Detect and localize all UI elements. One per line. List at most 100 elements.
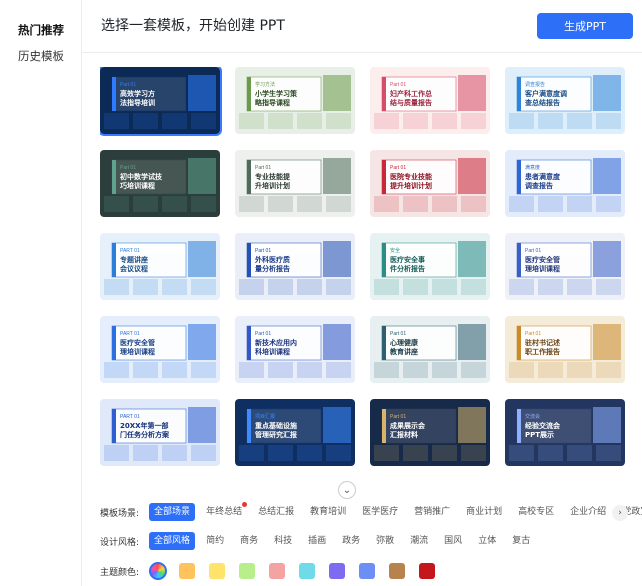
scene-chip[interactable]: 医学医疗 <box>357 503 403 521</box>
template-subtitle: Part 01 <box>390 165 406 171</box>
style-chip[interactable]: 政务 <box>337 532 365 550</box>
template-card[interactable]: 交流会 经验交流会 PPT展示 <box>505 399 625 466</box>
template-title: 客户满意度调 <box>524 89 567 98</box>
color-swatch[interactable] <box>239 563 256 579</box>
template-subtitle: Part 01 <box>255 331 271 337</box>
scene-chip[interactable]: 商业计划 <box>461 503 507 521</box>
color-swatch[interactable] <box>179 563 196 579</box>
template-card[interactable]: 调查报告 客户满意度调 查总结报告 <box>505 67 625 134</box>
template-subtitle: 满意度 <box>525 164 540 171</box>
color-swatch[interactable] <box>359 563 376 579</box>
template-card[interactable]: Part 01 新技术应用内 科培训课程 <box>235 316 355 383</box>
style-chip[interactable]: 科技 <box>269 532 297 550</box>
style-chip[interactable]: 插画 <box>303 532 331 550</box>
style-chip[interactable]: 弥散 <box>371 532 399 550</box>
sidebar-item-hot[interactable]: 热门推荐 <box>18 22 64 38</box>
color-swatch[interactable] <box>209 563 226 579</box>
template-subtitle: Part 01 <box>255 248 271 254</box>
template-thumbnail: 调查报告客户满意度调查总结报告 <box>505 67 625 134</box>
template-thumbnail: Part 01医院专业技能提升培训计划 <box>370 150 490 217</box>
rainbow-wheel-icon[interactable] <box>149 562 168 580</box>
template-title: 专题讲座 <box>120 255 148 264</box>
template-card[interactable]: 满意度 患者满意度 调查报告 <box>505 150 625 217</box>
template-subtitle: PART 01 <box>120 331 140 337</box>
template-card[interactable]: Part 01 心理健康 教育讲座 <box>370 316 490 383</box>
scene-chip[interactable]: 总结汇报 <box>253 503 299 521</box>
generate-ppt-button[interactable]: 生成PPT <box>537 13 633 39</box>
style-chip[interactable]: 简约 <box>201 532 229 550</box>
template-card[interactable]: Part 01 专业技能提 升培训计划 <box>235 150 355 217</box>
template-thumbnail: PART 01专题讲座会议议程 <box>100 233 220 300</box>
template-title: 会议议程 <box>120 264 148 273</box>
scene-chip[interactable]: 营销推广 <box>409 503 455 521</box>
scene-chip[interactable]: 高校专区 <box>513 503 559 521</box>
style-chip[interactable]: 立体 <box>473 532 501 550</box>
template-thumbnail: Part 01新技术应用内科培训课程 <box>235 316 355 383</box>
template-thumbnail: 交流会经验交流会PPT展示 <box>505 399 625 466</box>
template-title: 巧培训课程 <box>120 181 155 190</box>
color-swatch[interactable] <box>299 563 316 579</box>
template-subtitle: PART 01 <box>120 414 140 420</box>
template-subtitle: 学习方法 <box>255 81 275 88</box>
template-card[interactable]: Part 01 外科医疗质 量分析报告 <box>235 233 355 300</box>
template-title: 高效学习方 <box>120 89 155 98</box>
template-title: 成果展示会 <box>390 421 426 430</box>
template-card[interactable]: Part 01 妇产科工作总 结与质量报告 <box>370 67 490 134</box>
template-card[interactable]: 项目汇报 重点基础设施 管理研究汇报 <box>235 399 355 466</box>
template-title: 结与质量报告 <box>389 98 432 107</box>
template-title: 医疗安全事 <box>390 255 425 264</box>
template-card[interactable]: Part 01 医疗安全管 理培训课程 <box>505 233 625 300</box>
template-title: 理培训课程 <box>120 347 155 356</box>
template-card[interactable]: Part 01 成果展示会 汇报材料 <box>370 399 490 466</box>
chevron-right-icon[interactable]: › <box>612 505 628 521</box>
template-title: 理培训课程 <box>525 264 560 273</box>
scene-chip[interactable]: 企业介绍 <box>565 503 611 521</box>
new-badge-dot <box>242 502 248 507</box>
chevron-down-icon[interactable]: ⌄ <box>338 481 356 499</box>
scene-chip[interactable]: 全部场景 <box>149 503 196 521</box>
template-card[interactable]: Part 01 初中数学试技 巧培训课程 <box>100 150 220 217</box>
color-swatch[interactable] <box>419 563 436 579</box>
template-title: 重点基础设施 <box>255 421 297 430</box>
template-subtitle: 项目汇报 <box>255 413 275 420</box>
scene-filter-label: 模板场景: <box>100 508 140 519</box>
template-card[interactable]: Part 01 医院专业技能 提升培训计划 <box>370 150 490 217</box>
sidebar-item-history[interactable]: 历史模板 <box>18 48 64 64</box>
style-chip[interactable]: 复古 <box>507 532 535 550</box>
color-swatch[interactable] <box>389 563 406 579</box>
scene-chip[interactable]: 教育培训 <box>305 503 351 521</box>
template-card[interactable]: 学习方法 小学生学习策 略指导课程 <box>235 67 355 134</box>
template-title: 法指导培训 <box>120 98 155 107</box>
template-subtitle: Part 01 <box>390 331 406 337</box>
template-card[interactable]: PART 01 20XX年第一部 门任务分析方案 <box>100 399 220 466</box>
template-thumbnail: Part 01外科医疗质量分析报告 <box>235 233 355 300</box>
style-chip[interactable]: 全部风格 <box>149 532 196 550</box>
template-card[interactable]: PART 01 专题讲座 会议议程 <box>100 233 220 300</box>
template-title: 医院专业技能 <box>390 172 432 181</box>
template-title: 件分析报告 <box>390 264 425 273</box>
template-subtitle: 调查报告 <box>525 81 545 88</box>
template-thumbnail: Part 01成果展示会汇报材料 <box>370 399 490 466</box>
color-filter-row: 主题颜色: <box>100 561 449 581</box>
template-card[interactable]: Part 01 驻村书记述 职工作报告 <box>505 316 625 383</box>
template-card[interactable]: PART 01 医疗安全管 理培训课程 <box>100 316 220 383</box>
template-title: 提升培训计划 <box>389 181 432 190</box>
style-chip[interactable]: 商务 <box>235 532 263 550</box>
color-filter-label: 主题颜色: <box>100 567 140 578</box>
template-card[interactable]: 安全 医疗安全事 件分析报告 <box>370 233 490 300</box>
template-title: 职工作报告 <box>525 347 560 356</box>
template-grid: Part 01 高效学习方 法指导培训 学习方法 小学生学习策 略指导课程 Part 01 妇… <box>100 67 630 471</box>
template-title: 略指导课程 <box>255 98 290 107</box>
scene-chip[interactable]: 年终总结 <box>201 502 248 521</box>
template-title: 升培训计划 <box>255 181 290 190</box>
color-swatch[interactable] <box>269 563 286 579</box>
color-swatch[interactable] <box>329 563 346 579</box>
template-card[interactable]: Part 01 高效学习方 法指导培训 <box>100 67 222 136</box>
template-thumbnail: Part 01医疗安全管理培训课程 <box>505 233 625 300</box>
header-divider <box>82 52 642 53</box>
template-title: 驻村书记述 <box>525 338 560 347</box>
style-chip[interactable]: 潮流 <box>405 532 433 550</box>
page-title: 选择一套模板，开始创建 PPT <box>101 18 285 34</box>
template-title: 初中数学试技 <box>120 172 163 181</box>
style-chip[interactable]: 国风 <box>439 532 467 550</box>
